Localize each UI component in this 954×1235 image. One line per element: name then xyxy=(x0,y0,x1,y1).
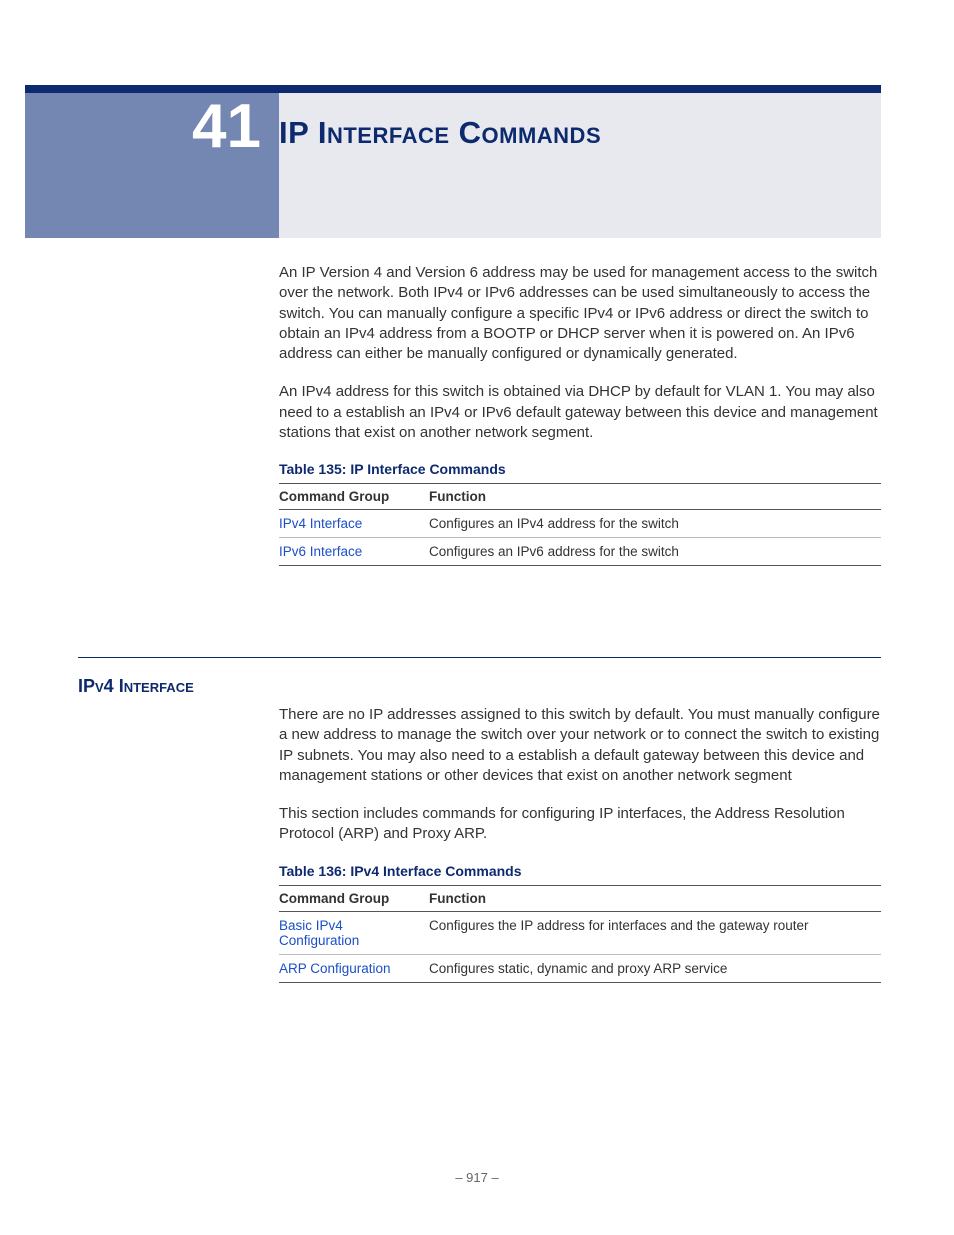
chapter-number-block: 41 xyxy=(25,93,279,238)
command-group-link[interactable]: Basic IPv4 Configuration xyxy=(279,911,429,954)
page-number: – 917 – xyxy=(455,1170,498,1185)
command-function: Configures the IP address for interfaces… xyxy=(429,911,881,954)
command-function: Configures an IPv6 address for the switc… xyxy=(429,538,881,566)
ipv4-section-content: There are no IP addresses assigned to th… xyxy=(279,705,881,993)
table-136: Command Group Function Basic IPv4 Config… xyxy=(279,885,881,983)
command-group-link[interactable]: ARP Configuration xyxy=(279,954,429,982)
command-group-link[interactable]: IPv6 Interface xyxy=(279,538,429,566)
chapter-number: 41 xyxy=(192,96,261,158)
table-header-function: Function xyxy=(429,484,881,510)
table-header-function: Function xyxy=(429,885,881,911)
ipv4-paragraph-2: This section includes commands for confi… xyxy=(279,804,881,845)
chapter-title-block: IP Interface Commands xyxy=(279,93,881,238)
section-divider xyxy=(78,657,881,658)
table-row: ARP Configuration Configures static, dyn… xyxy=(279,954,881,982)
command-function: Configures static, dynamic and proxy ARP… xyxy=(429,954,881,982)
table-row: IPv6 Interface Configures an IPv6 addres… xyxy=(279,538,881,566)
chapter-title: IP Interface Commands xyxy=(279,115,881,151)
section-heading-ipv4: IPv4 Interface xyxy=(78,676,194,697)
table-header-row: Command Group Function xyxy=(279,885,881,911)
table-135: Command Group Function IPv4 Interface Co… xyxy=(279,483,881,566)
intro-paragraph-1: An IP Version 4 and Version 6 address ma… xyxy=(279,263,881,364)
table-135-title: Table 135: IP Interface Commands xyxy=(279,461,881,477)
header-bar xyxy=(25,85,881,93)
table-136-title: Table 136: IPv4 Interface Commands xyxy=(279,863,881,879)
table-row: IPv4 Interface Configures an IPv4 addres… xyxy=(279,510,881,538)
table-header-row: Command Group Function xyxy=(279,484,881,510)
table-header-group: Command Group xyxy=(279,484,429,510)
table-header-group: Command Group xyxy=(279,885,429,911)
command-function: Configures an IPv4 address for the switc… xyxy=(429,510,881,538)
table-row: Basic IPv4 Configuration Configures the … xyxy=(279,911,881,954)
command-group-link[interactable]: IPv4 Interface xyxy=(279,510,429,538)
ipv4-paragraph-1: There are no IP addresses assigned to th… xyxy=(279,705,881,786)
page-footer: – 917 – xyxy=(0,1170,954,1185)
intro-paragraph-2: An IPv4 address for this switch is obtai… xyxy=(279,382,881,443)
main-content: An IP Version 4 and Version 6 address ma… xyxy=(279,263,881,576)
